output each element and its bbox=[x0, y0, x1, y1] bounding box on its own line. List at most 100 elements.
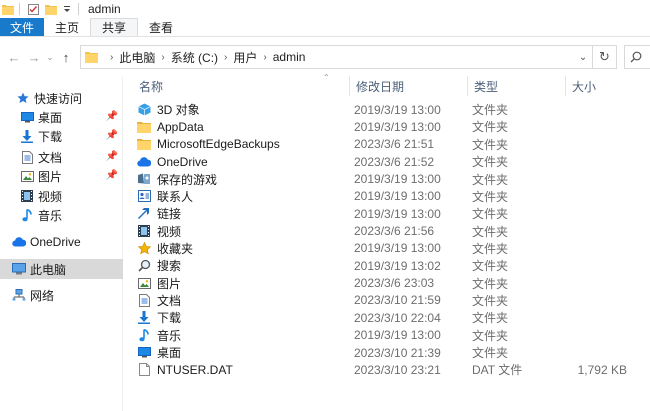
sidebar-item-label: 下载 bbox=[38, 129, 63, 144]
customize-toolbar-icon[interactable] bbox=[61, 3, 73, 15]
tab-view[interactable]: 查看 bbox=[138, 18, 184, 36]
table-row[interactable]: 图片 2023/3/6 23:03 文件夹 bbox=[137, 275, 637, 292]
desktop-icon bbox=[137, 346, 151, 360]
table-row[interactable]: 收藏夹 2019/3/19 13:00 文件夹 bbox=[137, 240, 637, 257]
tab-share[interactable]: 共享 bbox=[90, 18, 139, 36]
favorites-icon bbox=[137, 241, 151, 255]
new-folder-icon[interactable] bbox=[45, 3, 57, 15]
table-row[interactable]: 桌面 2023/3/10 21:39 文件夹 bbox=[137, 344, 637, 361]
sidebar-item-videos[interactable]: 视频 bbox=[0, 186, 123, 206]
table-row[interactable]: AppData 2019/3/19 13:00 文件夹 bbox=[137, 118, 637, 135]
file-name: NTUSER.DAT bbox=[157, 362, 233, 377]
refresh-icon: ↻ bbox=[599, 49, 610, 64]
file-type: 文件夹 bbox=[472, 172, 509, 187]
file-list: 名称 ⌃ 修改日期 类型 大小 3D 对象 2019/3/19 13:00 文件夹 A… bbox=[123, 73, 650, 411]
refresh-button[interactable]: ↻ bbox=[592, 46, 616, 68]
back-button[interactable]: ← bbox=[4, 46, 24, 68]
address-dropdown-button[interactable]: ⌄ bbox=[574, 46, 592, 68]
file-type: DAT 文件 bbox=[472, 363, 523, 378]
file-name: AppData bbox=[157, 119, 204, 134]
desktop-icon bbox=[20, 110, 34, 124]
sidebar-item-onedrive[interactable]: OneDrive bbox=[0, 232, 123, 252]
chevron-right-icon[interactable]: › bbox=[224, 52, 227, 63]
sidebar-item-downloads[interactable]: 下载 📌 bbox=[0, 126, 123, 146]
column-header-type[interactable]: 类型 bbox=[468, 76, 566, 96]
pin-icon[interactable]: 📌 bbox=[106, 111, 118, 122]
sidebar-item-quick-access[interactable]: 快速访问 bbox=[0, 88, 123, 108]
sidebar-item-label: 此电脑 bbox=[30, 262, 67, 277]
file-name: 视频 bbox=[157, 224, 182, 239]
file-name: 联系人 bbox=[157, 189, 194, 204]
file-name: 音乐 bbox=[157, 328, 182, 343]
table-row[interactable]: 下载 2023/3/10 22:04 文件夹 bbox=[137, 309, 637, 326]
file-date: 2023/3/6 21:56 bbox=[354, 224, 435, 239]
table-row[interactable]: 文档 2023/3/10 21:59 文件夹 bbox=[137, 292, 637, 309]
table-row[interactable]: MicrosoftEdgeBackups 2023/3/6 21:51 文件夹 bbox=[137, 136, 637, 153]
links-icon bbox=[137, 207, 151, 221]
file-size: 1,792 KB bbox=[577, 362, 627, 377]
tab-file[interactable]: 文件 bbox=[0, 18, 45, 36]
properties-icon[interactable] bbox=[27, 3, 39, 15]
chevron-right-icon[interactable]: › bbox=[161, 52, 164, 63]
file-type: 文件夹 bbox=[472, 293, 509, 308]
pin-icon[interactable]: 📌 bbox=[106, 170, 118, 181]
arrow-up-icon: ↑ bbox=[62, 49, 70, 65]
file-name: 搜索 bbox=[157, 259, 182, 274]
file-type: 文件夹 bbox=[472, 346, 509, 361]
sidebar-item-documents[interactable]: 文档 📌 bbox=[0, 147, 123, 167]
table-row[interactable]: 视频 2023/3/6 21:56 文件夹 bbox=[137, 222, 637, 239]
column-header-date[interactable]: 修改日期 bbox=[350, 76, 468, 96]
table-row[interactable]: 3D 对象 2019/3/19 13:00 文件夹 bbox=[137, 101, 637, 118]
file-type: 文件夹 bbox=[472, 137, 509, 152]
column-header-size[interactable]: 大小 bbox=[566, 76, 650, 96]
file-name: OneDrive bbox=[157, 154, 208, 169]
pin-icon[interactable]: 📌 bbox=[106, 151, 118, 162]
chevron-right-icon[interactable]: › bbox=[263, 52, 266, 63]
table-row[interactable]: 联系人 2019/3/19 13:00 文件夹 bbox=[137, 188, 637, 205]
column-header-label: 名称 bbox=[139, 79, 164, 94]
sidebar-item-label: 网络 bbox=[30, 288, 55, 303]
breadcrumb-admin[interactable]: admin bbox=[273, 50, 306, 64]
sidebar-item-this-pc[interactable]: 此电脑 bbox=[0, 259, 123, 279]
ribbon-tabs: 文件 主页 共享 查看 bbox=[0, 18, 650, 37]
column-header-name[interactable]: 名称 ⌃ bbox=[133, 73, 350, 96]
search-icon bbox=[630, 51, 642, 63]
title-bar: admin bbox=[0, 0, 650, 18]
file-name: 桌面 bbox=[157, 346, 182, 361]
file-type: 文件夹 bbox=[472, 120, 509, 135]
search-input[interactable] bbox=[624, 45, 650, 69]
table-row[interactable]: 链接 2019/3/19 13:00 文件夹 bbox=[137, 205, 637, 222]
chevron-right-icon[interactable]: › bbox=[110, 52, 113, 63]
sidebar-item-desktop[interactable]: 桌面 📌 bbox=[0, 107, 123, 127]
table-row[interactable]: 音乐 2019/3/19 13:00 文件夹 bbox=[137, 327, 637, 344]
sidebar-item-pictures[interactable]: 图片 📌 bbox=[0, 166, 123, 186]
music-icon bbox=[137, 328, 151, 342]
recent-locations-button[interactable]: ⌄ bbox=[44, 46, 56, 68]
file-name: 链接 bbox=[157, 207, 182, 222]
navigation-pane: 快速访问 桌面 📌 下载 📌 文档 📌 图片 📌 视频 音乐 OneDrive … bbox=[0, 76, 123, 411]
document-icon bbox=[137, 293, 151, 307]
up-button[interactable]: ↑ bbox=[56, 46, 76, 68]
file-type: 文件夹 bbox=[472, 224, 509, 239]
table-row[interactable]: 保存的游戏 2019/3/19 13:00 文件夹 bbox=[137, 170, 637, 187]
cloud-icon bbox=[137, 155, 151, 169]
address-bar[interactable]: › 此电脑 › 系统 (C:) › 用户 › admin ⌄ ↻ bbox=[80, 45, 617, 69]
breadcrumb-users[interactable]: 用户 bbox=[233, 49, 257, 66]
window-title: admin bbox=[88, 2, 121, 16]
file-date: 2019/3/19 13:00 bbox=[354, 189, 441, 204]
folder-icon[interactable] bbox=[2, 3, 14, 15]
table-row[interactable]: 搜索 2019/3/19 13:02 文件夹 bbox=[137, 257, 637, 274]
tab-home[interactable]: 主页 bbox=[44, 18, 90, 36]
table-row[interactable]: NTUSER.DAT 2023/3/10 23:21 DAT 文件 1,792 KB bbox=[137, 361, 637, 378]
breadcrumb-this-pc[interactable]: 此电脑 bbox=[119, 49, 155, 66]
table-row[interactable]: OneDrive 2023/3/6 21:52 文件夹 bbox=[137, 153, 637, 170]
download-icon bbox=[20, 129, 34, 143]
sidebar-item-music[interactable]: 音乐 bbox=[0, 205, 123, 225]
divider bbox=[78, 3, 79, 15]
breadcrumb-system-c[interactable]: 系统 (C:) bbox=[171, 49, 218, 66]
network-icon bbox=[12, 288, 26, 302]
sidebar-item-label: OneDrive bbox=[30, 235, 81, 249]
sidebar-item-network[interactable]: 网络 bbox=[0, 285, 123, 305]
forward-button[interactable]: → bbox=[24, 46, 44, 68]
pin-icon[interactable]: 📌 bbox=[106, 130, 118, 141]
